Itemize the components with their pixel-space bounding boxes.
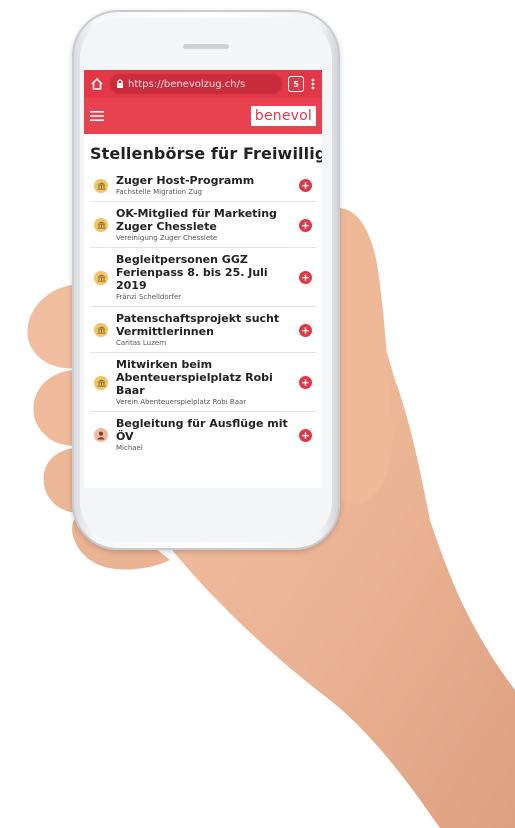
list-item[interactable]: Patenschaftsprojekt sucht Vermittlerinne…: [90, 306, 316, 352]
building-icon: [94, 375, 108, 390]
tab-switcher-button[interactable]: 5: [288, 76, 304, 92]
address-bar[interactable]: https://benevolzug.ch/s: [110, 74, 282, 94]
building-icon: [94, 323, 108, 337]
add-circle-icon[interactable]: +: [299, 428, 312, 442]
listing-title: Zuger Host-Programm: [116, 174, 255, 187]
listings-list: Zuger Host-Programm Fachstelle Migration…: [90, 169, 316, 457]
listing-organization: Michael: [116, 444, 143, 452]
listing-organization: Fränzi Schelldorfer: [116, 293, 182, 301]
benevol-logo[interactable]: benevol: [250, 106, 316, 126]
list-item[interactable]: Mitwirken beim Abenteuerspielplatz Robi …: [90, 352, 316, 411]
add-circle-icon[interactable]: +: [299, 376, 312, 389]
listing-title: OK-Mitglied für Marketing Zuger Chesslet…: [116, 207, 277, 233]
building-icon: [94, 270, 108, 285]
listing-organization: Vereinigung Zuger Chesslete: [116, 234, 218, 242]
list-item[interactable]: Begleitpersonen GGZ Ferienpass 8. bis 25…: [90, 247, 316, 306]
more-vert-icon[interactable]: [310, 77, 316, 91]
list-item[interactable]: Zuger Host-Programm Fachstelle Migration…: [90, 169, 316, 201]
add-circle-icon[interactable]: +: [299, 271, 312, 284]
person-avatar-icon: [94, 428, 108, 442]
listing-organization: Caritas Luzern: [116, 339, 167, 347]
page-title: Stellenbörse für Freiwillige: [90, 144, 322, 163]
lock-icon: [116, 79, 124, 89]
listing-title: Mitwirken beim Abenteuerspielplatz Robi …: [116, 358, 273, 397]
listing-title: Begleitpersonen GGZ Ferienpass 8. bis 25…: [116, 253, 268, 292]
add-circle-icon[interactable]: +: [299, 323, 312, 337]
hamburger-menu-icon[interactable]: [90, 110, 104, 122]
listing-title: Begleitung für Ausflüge mit ÖV: [116, 417, 288, 443]
add-circle-icon[interactable]: +: [299, 218, 312, 232]
phone-screen: https://benevolzug.ch/s 5 benevol Stelle…: [84, 70, 322, 488]
phone-speaker: [183, 44, 229, 49]
listing-organization: Verein Abenteuerspielplatz Robi Baar: [116, 398, 247, 406]
building-icon: [94, 178, 108, 193]
listing-organization: Fachstelle Migration Zug: [116, 188, 202, 196]
listing-title: Patenschaftsprojekt sucht Vermittlerinne…: [116, 312, 280, 338]
home-icon[interactable]: [90, 77, 104, 91]
app-header: benevol: [84, 98, 322, 134]
building-icon: [94, 218, 108, 232]
url-text: https://benevolzug.ch/s: [128, 78, 246, 90]
list-item[interactable]: Begleitung für Ausflüge mit ÖV Michael +: [90, 411, 316, 457]
add-circle-icon[interactable]: +: [299, 179, 312, 192]
browser-toolbar: https://benevolzug.ch/s 5: [84, 70, 322, 98]
list-item[interactable]: OK-Mitglied für Marketing Zuger Chesslet…: [90, 201, 316, 247]
